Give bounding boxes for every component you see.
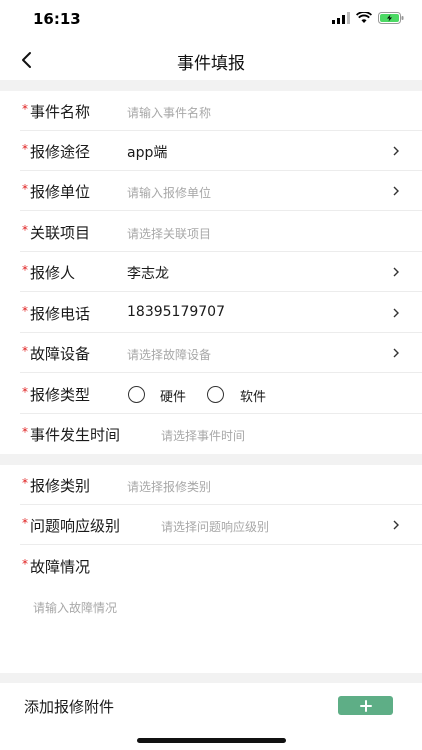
required-mark: * [22,344,28,358]
add-attachment-button[interactable] [338,696,393,715]
repair-unit-label: 报修单位 [30,183,91,201]
section-divider [0,80,422,91]
phone-row[interactable]: * 报修电话 18395179707 [0,293,422,333]
section-divider [0,454,422,465]
repair-unit-row[interactable]: * 报修单位 请输入报修单位 [0,171,422,211]
device-select[interactable]: 请选择故障设备 [127,346,211,363]
repair-type-label: 报修类型 [30,386,91,404]
repair-category-row[interactable]: * 报修类别 请选择报修类别 [0,465,422,505]
required-mark: * [22,223,28,237]
wifi-icon [356,12,372,23]
chevron-right-icon [393,308,399,318]
row-divider [20,291,422,292]
repair-channel-label: 报修途径 [30,143,91,161]
related-project-select[interactable]: 请选择关联项目 [127,225,211,242]
required-mark: * [22,182,28,196]
event-time-label: 事件发生时间 [30,426,121,444]
required-mark: * [22,557,28,571]
section-divider [0,673,422,683]
chevron-right-icon [393,520,399,530]
row-divider [20,372,422,373]
required-mark: * [22,425,28,439]
phone-label: 报修电话 [30,305,91,323]
repair-type-row: * 报修类型 硬件 软件 [0,374,422,414]
fault-desc-textarea[interactable]: 请输入故障情况 [22,586,402,670]
fault-desc-row: * 故障情况 [0,546,422,586]
battery-charging-icon [378,12,404,24]
event-name-input[interactable]: 请输入事件名称 [127,104,211,121]
plus-icon [359,699,372,712]
phone-value[interactable]: 18395179707 [127,304,225,320]
event-name-label: 事件名称 [30,103,91,121]
event-time-select[interactable]: 请选择事件时间 [161,427,245,444]
response-level-label: 问题响应级别 [30,517,121,535]
radio-software[interactable] [207,386,224,403]
cellular-signal-icon [332,12,350,24]
chevron-right-icon [393,146,399,156]
related-project-label: 关联项目 [30,224,91,242]
row-divider [20,544,422,545]
required-mark: * [22,385,28,399]
status-time: 16:13 [33,10,81,28]
repair-category-select[interactable]: 请选择报修类别 [127,478,211,495]
status-icons [332,12,404,24]
home-indicator [137,738,286,743]
event-name-row[interactable]: * 事件名称 请输入事件名称 [0,91,422,131]
required-mark: * [22,142,28,156]
related-project-row[interactable]: * 关联项目 请选择关联项目 [0,212,422,252]
row-divider [20,210,422,211]
radio-hardware[interactable] [128,386,145,403]
nav-bar: 事件填报 [0,40,422,80]
status-bar: 16:13 [0,0,422,40]
required-mark: * [22,304,28,318]
repair-category-label: 报修类别 [30,477,91,495]
required-mark: * [22,516,28,530]
repair-channel-value: app端 [127,145,168,161]
radio-hardware-label[interactable]: 硬件 [160,386,186,405]
device-row[interactable]: * 故障设备 请选择故障设备 [0,333,422,373]
required-mark: * [22,476,28,490]
attachment-label: 添加报修附件 [24,698,115,716]
repair-channel-row[interactable]: * 报修途径 app端 [0,131,422,171]
response-level-row[interactable]: * 问题响应级别 请选择问题响应级别 [0,505,422,545]
reporter-label: 报修人 [30,264,76,282]
fault-desc-label: 故障情况 [30,558,91,576]
event-time-row[interactable]: * 事件发生时间 请选择事件时间 [0,414,422,454]
chevron-right-icon [393,186,399,196]
response-level-select[interactable]: 请选择问题响应级别 [161,518,269,535]
reporter-value: 李志龙 [127,266,169,282]
required-mark: * [22,263,28,277]
repair-unit-input[interactable]: 请输入报修单位 [127,184,211,201]
reporter-row[interactable]: * 报修人 李志龙 [0,252,422,292]
required-mark: * [22,102,28,116]
device-label: 故障设备 [30,345,91,363]
chevron-right-icon [393,267,399,277]
chevron-right-icon [393,348,399,358]
page-title: 事件填报 [177,54,245,74]
radio-software-label[interactable]: 软件 [240,386,266,405]
